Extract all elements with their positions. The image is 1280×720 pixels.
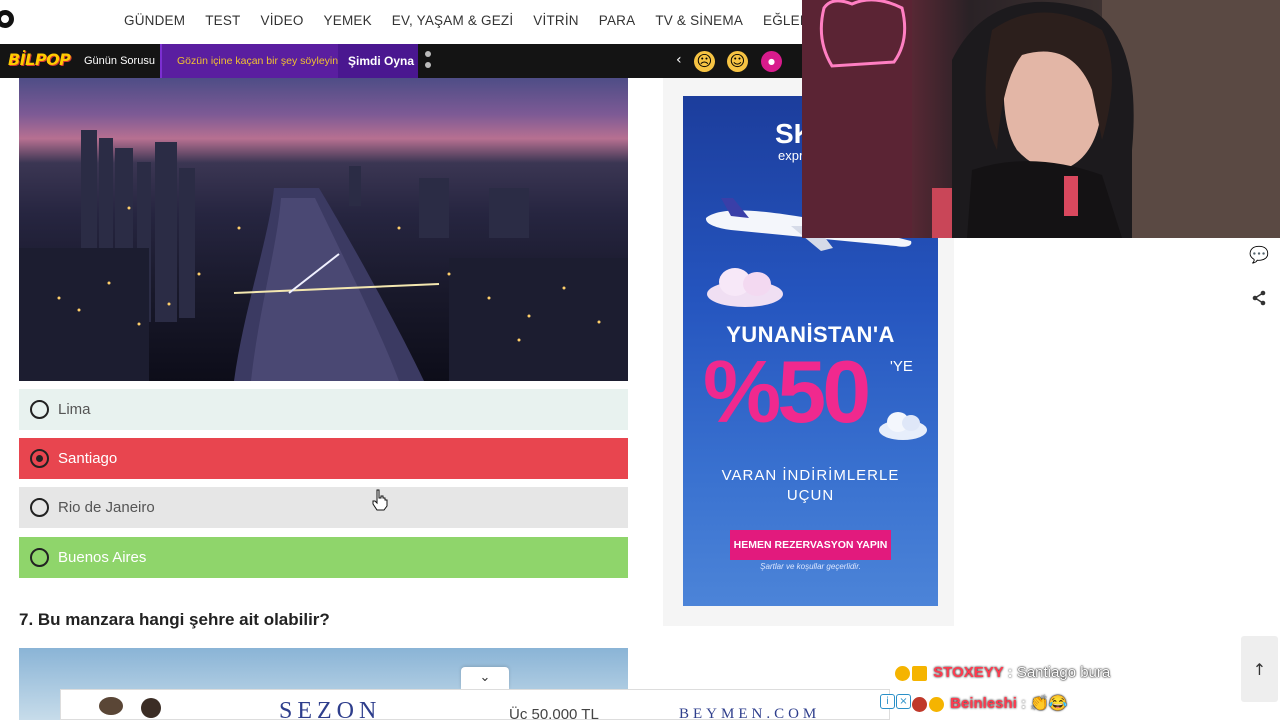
chevron-left-icon[interactable]: ‹ [676, 52, 682, 68]
chat-message: STOXEYY : Santiago bura [895, 664, 1110, 681]
question-title: 7. Bu manzara hangi şehre ait olabilir? [19, 610, 330, 629]
cloud-icon [707, 268, 783, 307]
adchoices-icon[interactable]: i × [880, 694, 912, 712]
sticky-ad-brand: BEYMEN.COM [679, 706, 821, 720]
radio-button[interactable] [30, 548, 49, 567]
crown-badge-icon [912, 665, 927, 681]
nav-item-vitrin[interactable]: VİTRİN [533, 13, 578, 28]
sticky-ad-offer: Üç 50.000 TL [509, 706, 599, 720]
city-skyline-illustration [19, 130, 628, 381]
chat-badge-icon [929, 696, 944, 712]
radio-button[interactable] [30, 498, 49, 517]
chat-text: Santiago bura [1016, 664, 1111, 681]
answer-label: Buenos Aires [58, 549, 147, 566]
nav-item-tv-sinema[interactable]: TV & SİNEMA [655, 13, 743, 28]
answer-option-santiago[interactable]: Santiago [19, 438, 628, 479]
answer-label: Lima [58, 401, 91, 418]
answer-option-lima[interactable]: Lima [19, 389, 628, 430]
nav-item-test[interactable]: TEST [205, 13, 240, 28]
chat-username: STOXEYY [933, 664, 1004, 681]
chat-badge-icon [895, 665, 910, 681]
nav-item-gundem[interactable]: GÜNDEM [124, 13, 185, 28]
share-glyph [1252, 290, 1266, 306]
play-now-button[interactable]: Şimdi Oyna [338, 44, 418, 78]
nav-item-para[interactable]: PARA [599, 13, 636, 28]
scroll-to-top-button[interactable]: ↑ [1241, 636, 1278, 702]
close-icon[interactable]: × [896, 694, 911, 709]
ad-suffix: 'YE [890, 358, 913, 375]
ad-percent: %50 [703, 342, 871, 441]
bottom-sticky-ad[interactable]: SEZON Üç 50.000 TL BEYMEN.COM [60, 689, 890, 720]
nav-menu: GÜNDEM TEST VİDEO YEMEK EV, YAŞAM & GEZİ… [124, 0, 829, 40]
share-icon[interactable] [1244, 283, 1274, 313]
page: GÜNDEM TEST VİDEO YEMEK EV, YAŞAM & GEZİ… [0, 0, 1280, 720]
info-icon[interactable]: i [880, 694, 895, 709]
chat-badge-icon [912, 696, 927, 712]
chat-message: Beinleshi : 👏😂 [912, 694, 1068, 712]
collapse-ad-chevron-icon[interactable]: ⌄ [461, 667, 509, 689]
daily-question-text: Gözün içine kaçan bir şey söyleyin. [177, 55, 341, 67]
answer-label: Rio de Janeiro [58, 499, 155, 516]
question-photo-city-night [19, 78, 628, 381]
sticky-ad-title: SEZON [279, 698, 382, 720]
more-dots-icon[interactable] [425, 51, 431, 73]
radio-button[interactable] [30, 400, 49, 419]
streamer-webcam-overlay [802, 0, 1280, 238]
ad-book-now-button[interactable]: HEMEN REZERVASYON YAPIN [730, 530, 891, 560]
answer-option-buenos-aires[interactable]: Buenos Aires [19, 537, 628, 578]
chat-text: 👏😂 [1030, 695, 1068, 712]
answer-option-rio-de-janeiro[interactable]: Rio de Janeiro [19, 487, 628, 528]
smile-emoji-icon[interactable]: ☺ [727, 51, 748, 72]
ad-terms-note: Şartlar ve koşullar geçerlidir. [760, 562, 861, 571]
hand-cursor-icon [372, 489, 388, 511]
chat-username: Beinleshi [950, 695, 1017, 712]
daily-question-label[interactable]: Günün Sorusu [84, 55, 155, 67]
ad-subline: VARAN İNDİRİMLERLE UÇUN [683, 466, 938, 506]
small-cloud-icon [879, 412, 927, 440]
sad-emoji-icon[interactable]: ☹ [694, 51, 715, 72]
ad-people-image [99, 697, 161, 718]
ad-subline-2: UÇUN [786, 487, 835, 504]
radio-button-selected[interactable] [30, 449, 49, 468]
daily-question-prompt[interactable]: Gözün içine kaçan bir şey söyleyin. [160, 44, 341, 78]
comments-icon[interactable]: 💬 [1244, 239, 1274, 269]
play-now-label: Şimdi Oyna [348, 54, 415, 68]
nav-item-ev-yasam-gezi[interactable]: EV, YAŞAM & GEZİ [392, 13, 514, 28]
ad-subline-1: VARAN İNDİRİMLERLE [721, 467, 900, 484]
site-logo[interactable] [0, 10, 14, 28]
badge-emoji-icon[interactable]: ● [761, 51, 782, 72]
answer-label: Santiago [58, 450, 118, 467]
webcam-scene [802, 0, 1280, 238]
bilpop-logo[interactable]: BİLPOP [8, 50, 71, 69]
nav-item-video[interactable]: VİDEO [261, 13, 304, 28]
nav-item-yemek[interactable]: YEMEK [324, 13, 372, 28]
